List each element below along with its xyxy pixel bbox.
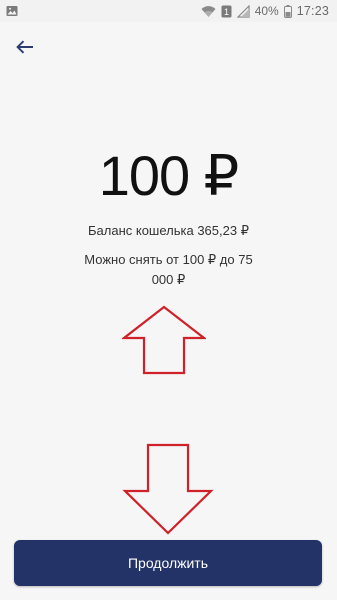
continue-button[interactable]: Продолжить — [14, 540, 322, 586]
arrow-up-icon — [120, 305, 208, 380]
status-bar: 1 40% 17:23 — [0, 0, 337, 22]
status-time: 17:23 — [296, 4, 329, 18]
sim-icon: 1 — [221, 5, 232, 18]
wallet-balance-text: Баланс кошелька 365,23 ₽ — [88, 223, 249, 238]
withdrawal-limits-text: Можно снять от 100 ₽ до 75 000 ₽ — [84, 252, 253, 287]
battery-icon — [283, 4, 292, 18]
battery-percentage: 40% — [254, 4, 279, 18]
back-button[interactable] — [10, 36, 40, 62]
arrow-left-icon — [16, 40, 34, 59]
signal-icon — [236, 4, 250, 18]
gallery-icon — [6, 4, 18, 16]
withdrawal-amount[interactable]: 100 ₽ — [0, 140, 337, 212]
wifi-icon — [201, 5, 216, 18]
arrow-down-icon — [122, 443, 214, 540]
notification-count: 1 — [224, 7, 229, 17]
continue-button-label: Продолжить — [127, 555, 209, 571]
status-indicators: 1 40% 17:23 — [201, 3, 329, 19]
